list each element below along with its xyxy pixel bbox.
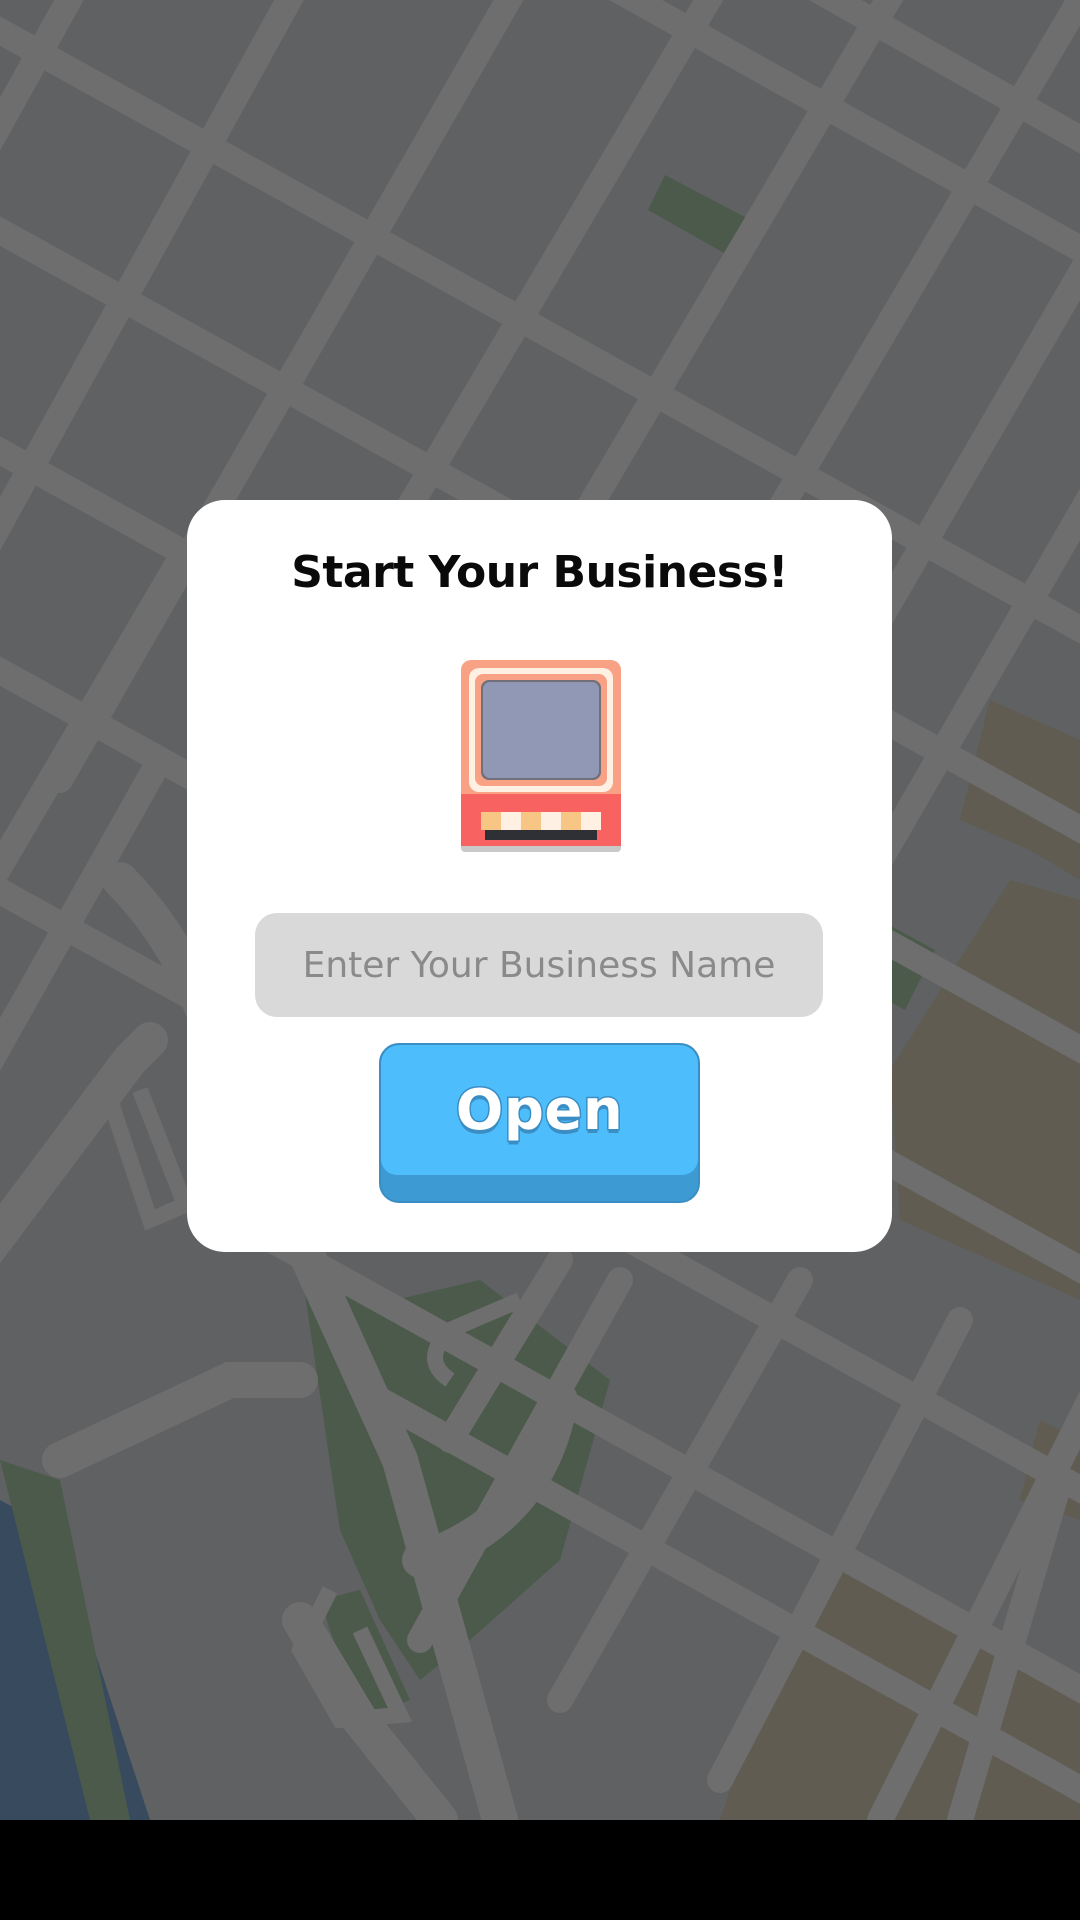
storefront-icon [461, 660, 621, 852]
open-button[interactable]: Open [379, 1043, 700, 1203]
start-business-dialog: Start Your Business! Open [187, 500, 892, 1252]
app-root: Start Your Business! Open [0, 0, 1080, 1920]
bottom-system-bar [0, 1820, 1080, 1920]
open-button-label: Open [454, 1076, 624, 1144]
dialog-title: Start Your Business! [291, 547, 788, 598]
business-name-input[interactable] [255, 913, 823, 1017]
open-button-face: Open [381, 1045, 698, 1175]
